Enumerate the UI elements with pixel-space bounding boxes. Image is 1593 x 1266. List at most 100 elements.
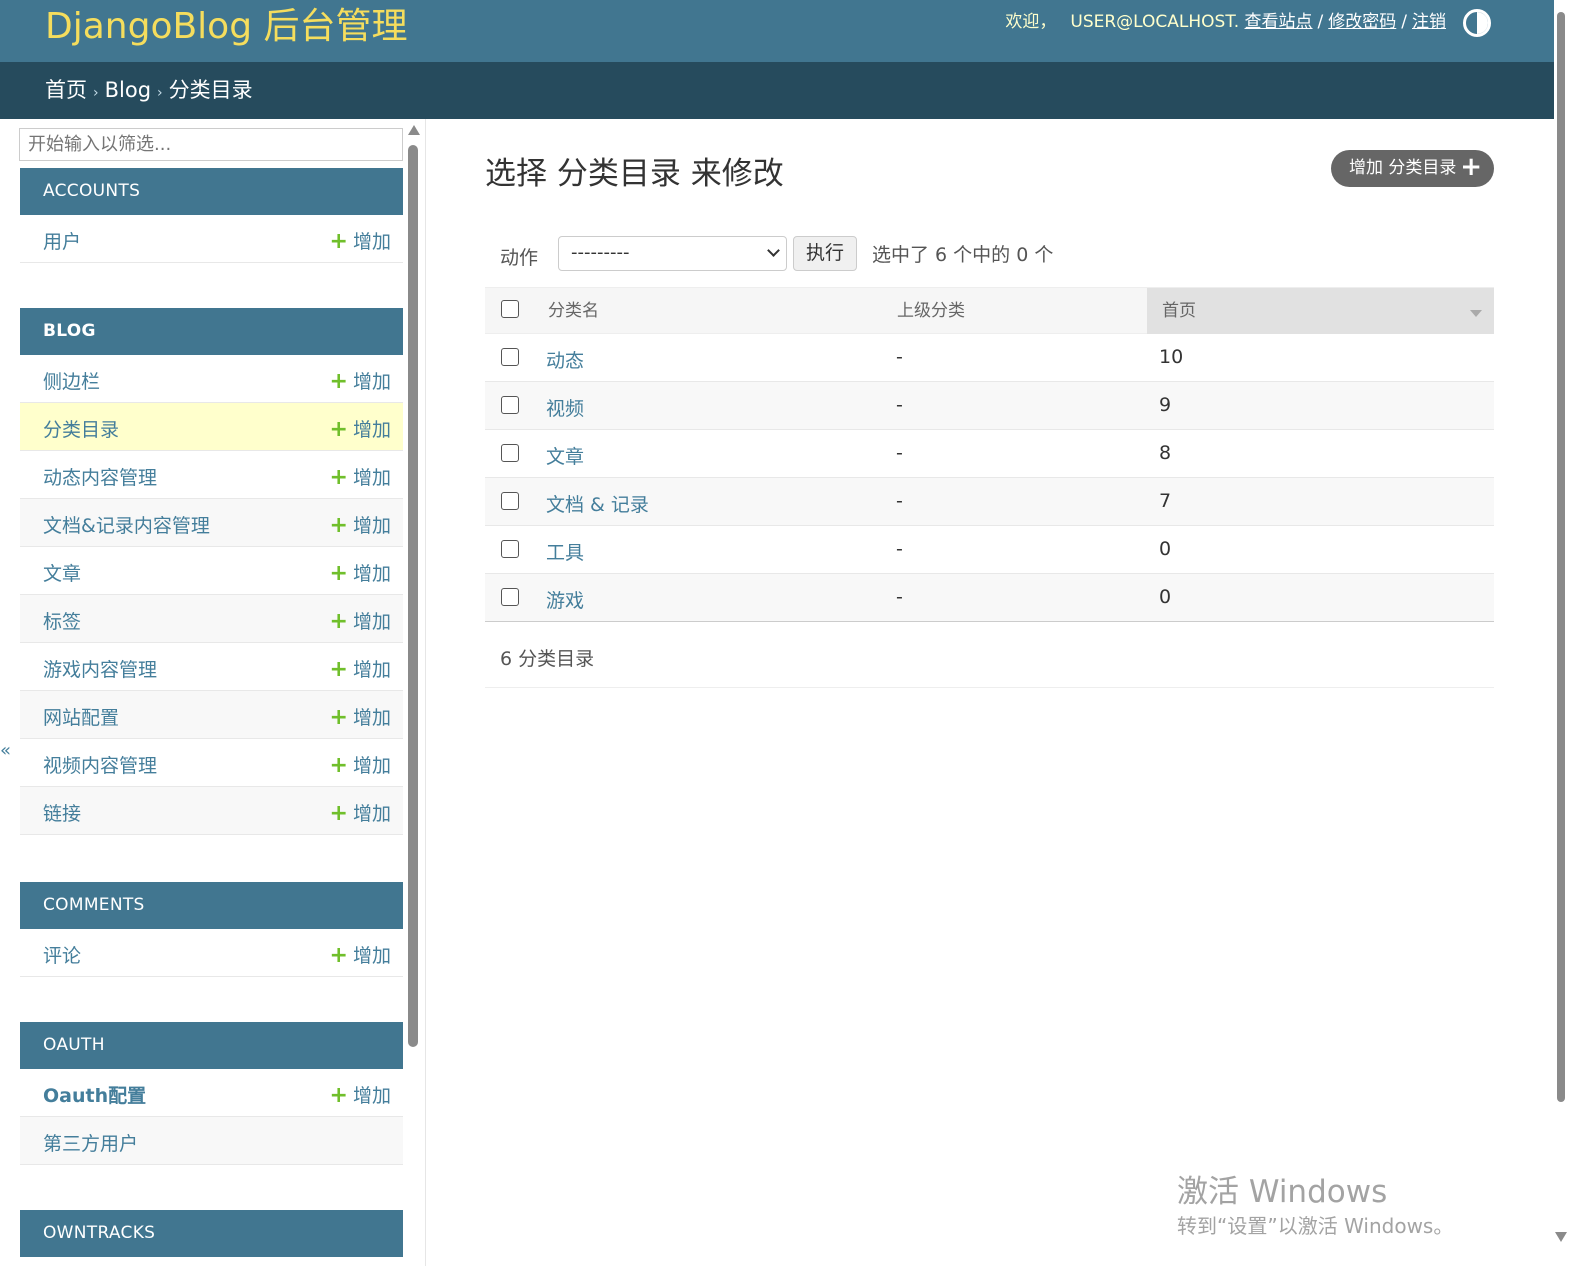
add-article-button[interactable]: + 增加: [330, 559, 391, 586]
add-user-button[interactable]: + 增加: [330, 227, 391, 254]
go-button[interactable]: 执行: [793, 236, 857, 271]
sidebar-item-label[interactable]: Oauth配置: [43, 1081, 146, 1108]
plus-icon: +: [1460, 152, 1482, 182]
module-caption[interactable]: BLOG: [20, 308, 403, 355]
row-checkbox[interactable]: [501, 396, 519, 414]
scroll-down-icon[interactable]: [1555, 1232, 1567, 1242]
module-caption[interactable]: OAUTH: [20, 1022, 403, 1069]
user-tools: 欢迎， user@localhost. 查看站点 / 修改密码 / 注销: [1005, 11, 1446, 33]
watermark-line1: 激活 Windows: [1177, 1174, 1388, 1210]
sidebar-item-label[interactable]: 网站配置: [43, 703, 119, 730]
plus-icon: +: [329, 513, 348, 538]
sidebar-item-video: 视频内容管理 + 增加: [20, 739, 403, 787]
sidebar-item-site-config: 网站配置 + 增加: [20, 691, 403, 739]
add-link-button[interactable]: + 增加: [330, 799, 391, 826]
row-checkbox[interactable]: [501, 540, 519, 558]
add-site-config-button[interactable]: + 增加: [330, 703, 391, 730]
paginator: 6 分类目录: [485, 625, 1494, 688]
category-index: 7: [1159, 490, 1172, 512]
add-dynamic-button[interactable]: + 增加: [330, 463, 391, 490]
action-counter: 选中了 6 个中的 0 个: [872, 244, 1054, 266]
sidebar-item-label[interactable]: 视频内容管理: [43, 751, 157, 778]
site-branding[interactable]: DjangoBlog 后台管理: [45, 2, 408, 52]
column-header-parent[interactable]: 上级分类: [897, 288, 965, 334]
add-tag-button[interactable]: + 增加: [330, 607, 391, 634]
sidebar-item-oauth-user: 第三方用户: [20, 1117, 403, 1165]
category-name-link[interactable]: 视频: [546, 394, 584, 421]
sidebar-item-label[interactable]: 文档&记录内容管理: [43, 511, 210, 538]
breadcrumb: 首页 › Blog › 分类目录: [0, 62, 1568, 119]
sidebar-item-comment: 评论 + 增加: [20, 929, 403, 977]
add-game-button[interactable]: + 增加: [330, 655, 391, 682]
sidebar-scrollbar-thumb[interactable]: [408, 145, 418, 1047]
sidebar-item-label[interactable]: 第三方用户: [43, 1129, 138, 1156]
page-scrollbar-thumb[interactable]: [1557, 12, 1565, 1102]
row-checkbox[interactable]: [501, 588, 519, 606]
add-video-button[interactable]: + 增加: [330, 751, 391, 778]
sidebar-item-label[interactable]: 游戏内容管理: [43, 655, 157, 682]
view-site-link[interactable]: 查看站点: [1245, 12, 1313, 32]
column-header-name[interactable]: 分类名: [548, 288, 599, 334]
toggle-nav-icon[interactable]: «: [0, 740, 11, 761]
sidebar-item-label[interactable]: 侧边栏: [43, 367, 100, 394]
sidebar-item-label[interactable]: 标签: [43, 607, 81, 634]
category-index: 0: [1159, 586, 1172, 608]
add-docs-button[interactable]: + 增加: [330, 511, 391, 538]
header: DjangoBlog 后台管理 欢迎， user@localhost. 查看站点 /…: [0, 0, 1568, 62]
row-checkbox[interactable]: [501, 444, 519, 462]
sidebar-item-label[interactable]: 评论: [43, 941, 81, 968]
module-caption[interactable]: ACCOUNTS: [20, 168, 403, 215]
table-header: 分类名 上级分类 首页: [485, 287, 1494, 334]
category-index: 0: [1159, 538, 1172, 560]
sidebar-item-label[interactable]: 动态内容管理: [43, 463, 157, 490]
change-password-link[interactable]: 修改密码: [1328, 12, 1396, 32]
breadcrumb-blog[interactable]: Blog: [105, 78, 151, 102]
category-parent: -: [896, 346, 903, 368]
sidebar-item-label[interactable]: 分类目录: [43, 415, 119, 442]
table-row: 视频 - 9: [485, 382, 1494, 430]
add-comment-button[interactable]: + 增加: [330, 941, 391, 968]
add-sidebar-button[interactable]: + 增加: [330, 367, 391, 394]
chevron-down-icon: [767, 244, 780, 257]
sidebar-item-label[interactable]: 用户: [43, 227, 81, 254]
category-index: 8: [1159, 442, 1172, 464]
add-category-button[interactable]: + 增加: [330, 415, 391, 442]
theme-toggle-icon[interactable]: [1463, 9, 1491, 37]
module-caption[interactable]: COMMENTS: [20, 882, 403, 929]
breadcrumb-arrow: ›: [93, 85, 99, 101]
category-name-link[interactable]: 工具: [546, 538, 584, 565]
sidebar-item-sidebar: 侧边栏 + 增加: [20, 355, 403, 403]
column-header-index[interactable]: 首页: [1147, 288, 1494, 334]
sidebar-item-docs: 文档&记录内容管理 + 增加: [20, 499, 403, 547]
sidebar-item-oauth-config: Oauth配置 + 增加: [20, 1069, 403, 1117]
sidebar-item-label[interactable]: 文章: [43, 559, 81, 586]
row-checkbox[interactable]: [501, 348, 519, 366]
module-oauth: OAUTH Oauth配置 + 增加 第三方用户: [20, 1022, 403, 1165]
separator: /: [1401, 12, 1407, 32]
category-name-link[interactable]: 动态: [546, 346, 584, 373]
logout-link[interactable]: 注销: [1412, 12, 1446, 32]
nav-filter-input[interactable]: [19, 128, 403, 161]
sort-desc-icon[interactable]: [1470, 310, 1482, 317]
action-select[interactable]: ---------: [558, 236, 787, 271]
module-caption[interactable]: OWNTRACKS: [20, 1210, 403, 1257]
plus-icon: +: [329, 609, 348, 634]
action-label: 动作: [500, 247, 539, 269]
module-comments: COMMENTS 评论 + 增加: [20, 882, 403, 977]
add-category-button[interactable]: 增加 分类目录 +: [1331, 150, 1494, 187]
welcome-text: 欢迎，: [1005, 12, 1057, 32]
category-name-link[interactable]: 游戏: [546, 586, 584, 613]
category-name-link[interactable]: 文档 & 记录: [546, 490, 649, 517]
row-checkbox[interactable]: [501, 492, 519, 510]
separator: /: [1317, 12, 1324, 32]
category-name-link[interactable]: 文章: [546, 442, 584, 469]
table-row: 文章 - 8: [485, 430, 1494, 478]
breadcrumb-home[interactable]: 首页: [45, 78, 87, 102]
breadcrumb-current: 分类目录: [168, 78, 253, 102]
scroll-up-icon[interactable]: [408, 125, 420, 135]
sidebar-item-label[interactable]: 链接: [43, 799, 81, 826]
table-row: 工具 - 0: [485, 526, 1494, 574]
add-oauth-config-button[interactable]: + 增加: [330, 1081, 391, 1108]
select-all-checkbox[interactable]: [501, 300, 519, 318]
plus-icon: +: [329, 561, 348, 586]
